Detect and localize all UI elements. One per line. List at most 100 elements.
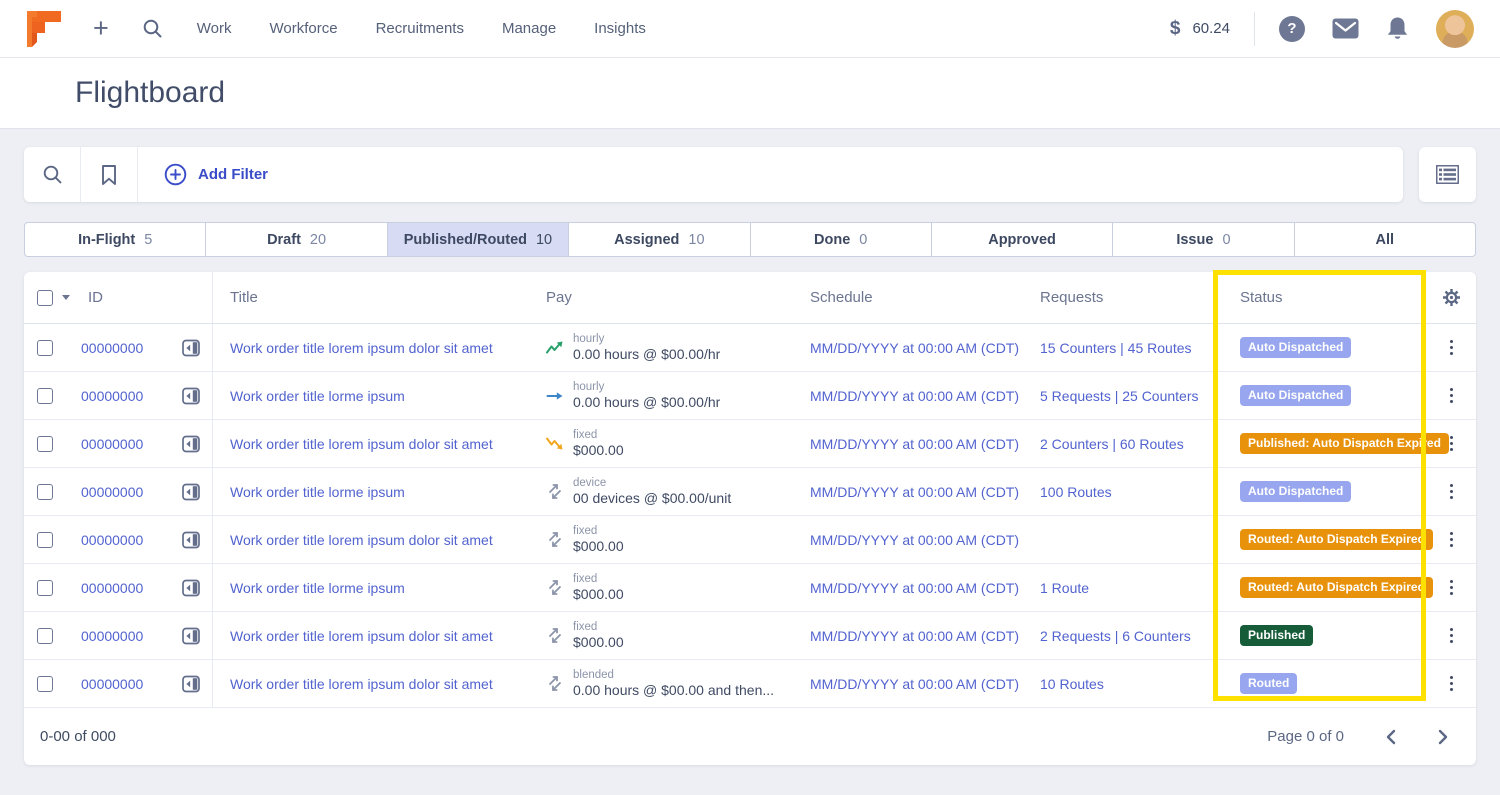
- requests-link[interactable]: 10 Routes: [1040, 676, 1104, 692]
- select-menu-caret-icon[interactable]: [62, 295, 70, 300]
- work-order-id-link[interactable]: 00000000: [81, 628, 143, 644]
- tab-assigned[interactable]: Assigned 10: [568, 222, 750, 257]
- add-filter-button[interactable]: Add Filter: [138, 163, 268, 186]
- work-order-id-link[interactable]: 00000000: [81, 484, 143, 500]
- schedule-link[interactable]: MM/DD/YYYY at 00:00 AM (CDT): [810, 532, 1019, 548]
- work-order-id-link[interactable]: 00000000: [81, 436, 143, 452]
- brand-logo-icon[interactable]: [25, 9, 63, 49]
- column-header-title: Title: [213, 289, 537, 306]
- search-button[interactable]: [24, 147, 81, 202]
- nav-link-recruitments[interactable]: Recruitments: [376, 20, 464, 37]
- work-order-id-link[interactable]: 00000000: [81, 532, 143, 548]
- tab-label: In-Flight: [78, 232, 135, 248]
- work-order-id-link[interactable]: 00000000: [81, 388, 143, 404]
- create-new-button[interactable]: +: [93, 15, 109, 42]
- select-all-checkbox[interactable]: [37, 290, 53, 306]
- requests-link[interactable]: 5 Requests | 25 Counters: [1040, 388, 1199, 404]
- work-order-title-link[interactable]: Work order title lorem ipsum dolor sit a…: [230, 628, 493, 644]
- pay-variable-icon: [546, 675, 564, 692]
- view-options-button[interactable]: [1419, 147, 1476, 202]
- work-order-title-link[interactable]: Work order title lorem ipsum dolor sit a…: [230, 676, 493, 692]
- nav-link-work[interactable]: Work: [197, 20, 232, 37]
- row-actions-menu-icon[interactable]: [1446, 624, 1457, 647]
- global-search-icon[interactable]: [142, 18, 163, 39]
- user-avatar[interactable]: [1436, 10, 1474, 48]
- pay-cell: hourly 0.00 hours @ $00.00/hr: [537, 332, 802, 364]
- work-order-id-link[interactable]: 00000000: [81, 676, 143, 692]
- requests-link[interactable]: 2 Counters | 60 Routes: [1040, 436, 1184, 452]
- schedule-link[interactable]: MM/DD/YYYY at 00:00 AM (CDT): [810, 388, 1019, 404]
- row-actions-menu-icon[interactable]: [1446, 432, 1457, 455]
- nav-right: $ 60.24 ?: [1170, 10, 1474, 48]
- work-order-id-link[interactable]: 00000000: [81, 580, 143, 596]
- row-actions-menu-icon[interactable]: [1446, 384, 1457, 407]
- nav-link-insights[interactable]: Insights: [594, 20, 646, 37]
- row-checkbox[interactable]: [37, 580, 53, 596]
- column-header-requests: Requests: [1030, 289, 1230, 306]
- nav-link-manage[interactable]: Manage: [502, 20, 556, 37]
- schedule-link[interactable]: MM/DD/YYYY at 00:00 AM (CDT): [810, 580, 1019, 596]
- table-settings-button[interactable]: [1442, 288, 1461, 307]
- schedule-link[interactable]: MM/DD/YYYY at 00:00 AM (CDT): [810, 628, 1019, 644]
- work-order-title-link[interactable]: Work order title lorme ipsum: [230, 580, 405, 596]
- row-actions-menu-icon[interactable]: [1446, 528, 1457, 551]
- row-checkbox[interactable]: [37, 388, 53, 404]
- open-side-panel-icon[interactable]: [182, 675, 200, 693]
- nav-link-workforce[interactable]: Workforce: [270, 20, 338, 37]
- tab-draft[interactable]: Draft 20: [205, 222, 387, 257]
- table-body: 00000000 Work order title lorem ipsum do…: [24, 324, 1476, 708]
- open-side-panel-icon[interactable]: [182, 435, 200, 453]
- work-order-title-link[interactable]: Work order title lorem ipsum dolor sit a…: [230, 436, 493, 452]
- schedule-link[interactable]: MM/DD/YYYY at 00:00 AM (CDT): [810, 484, 1019, 500]
- gear-icon: [1442, 288, 1461, 307]
- row-checkbox[interactable]: [37, 676, 53, 692]
- schedule-link[interactable]: MM/DD/YYYY at 00:00 AM (CDT): [810, 676, 1019, 692]
- open-side-panel-icon[interactable]: [182, 483, 200, 501]
- open-side-panel-icon[interactable]: [182, 579, 200, 597]
- work-order-title-link[interactable]: Work order title lorme ipsum: [230, 388, 405, 404]
- table-row: 00000000 Work order title lorem ipsum do…: [24, 660, 1476, 708]
- row-checkbox[interactable]: [37, 628, 53, 644]
- requests-link[interactable]: 1 Route: [1040, 580, 1089, 596]
- tab-published-routed[interactable]: Published/Routed 10: [387, 222, 569, 257]
- work-order-id-link[interactable]: 00000000: [81, 340, 143, 356]
- messages-button[interactable]: [1332, 18, 1359, 39]
- row-actions-menu-icon[interactable]: [1446, 480, 1457, 503]
- status-badge: Auto Dispatched: [1240, 337, 1351, 358]
- requests-link[interactable]: 100 Routes: [1040, 484, 1112, 500]
- pay-value: 0.00 hours @ $00.00 and then...: [573, 682, 774, 700]
- row-actions-menu-icon[interactable]: [1446, 576, 1457, 599]
- schedule-link[interactable]: MM/DD/YYYY at 00:00 AM (CDT): [810, 340, 1019, 356]
- tab-done[interactable]: Done 0: [750, 222, 932, 257]
- requests-link[interactable]: 15 Counters | 45 Routes: [1040, 340, 1192, 356]
- balance-indicator[interactable]: $ 60.24: [1170, 18, 1230, 40]
- row-checkbox[interactable]: [37, 436, 53, 452]
- tab-in-flight[interactable]: In-Flight 5: [24, 222, 206, 257]
- row-checkbox[interactable]: [37, 532, 53, 548]
- work-order-title-link[interactable]: Work order title lorem ipsum dolor sit a…: [230, 532, 493, 548]
- tab-approved[interactable]: Approved: [931, 222, 1113, 257]
- row-actions-menu-icon[interactable]: [1446, 672, 1457, 695]
- tab-all[interactable]: All: [1294, 222, 1476, 257]
- work-order-title-link[interactable]: Work order title lorme ipsum: [230, 484, 405, 500]
- column-header-schedule: Schedule: [802, 289, 1030, 306]
- previous-page-button[interactable]: [1382, 725, 1400, 749]
- open-side-panel-icon[interactable]: [182, 627, 200, 645]
- help-button[interactable]: ?: [1279, 16, 1305, 42]
- notifications-button[interactable]: [1386, 16, 1409, 41]
- row-actions-menu-icon[interactable]: [1446, 336, 1457, 359]
- open-side-panel-icon[interactable]: [182, 387, 200, 405]
- saved-filters-button[interactable]: [81, 147, 138, 202]
- requests-link[interactable]: 2 Requests | 6 Counters: [1040, 628, 1191, 644]
- schedule-link[interactable]: MM/DD/YYYY at 00:00 AM (CDT): [810, 436, 1019, 452]
- open-side-panel-icon[interactable]: [182, 339, 200, 357]
- open-side-panel-icon[interactable]: [182, 531, 200, 549]
- row-checkbox[interactable]: [37, 484, 53, 500]
- table-row: 00000000 Work order title lorem ipsum do…: [24, 324, 1476, 372]
- status-badge: Published: [1240, 625, 1313, 646]
- row-checkbox[interactable]: [37, 340, 53, 356]
- work-order-title-link[interactable]: Work order title lorem ipsum dolor sit a…: [230, 340, 493, 356]
- next-page-button[interactable]: [1434, 725, 1452, 749]
- tab-issue[interactable]: Issue 0: [1112, 222, 1294, 257]
- chevron-right-icon: [1438, 729, 1448, 745]
